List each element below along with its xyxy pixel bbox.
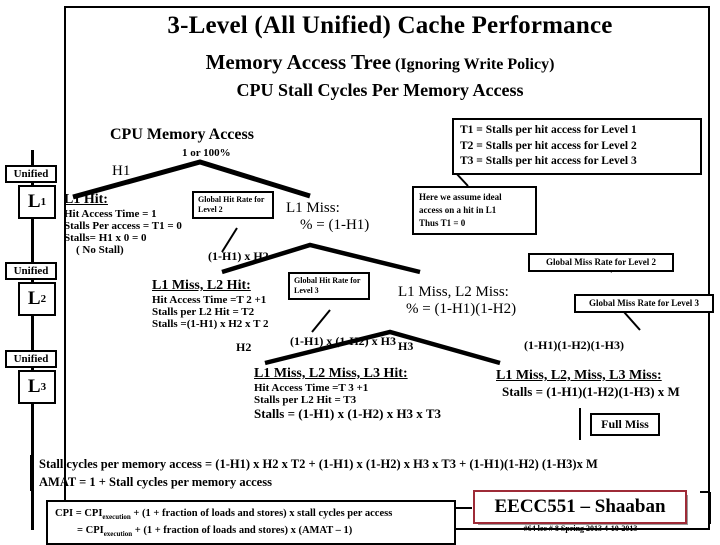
- node-l3-hit: L1 Miss, L2 Miss, L3 Hit: Hit Access Tim…: [254, 366, 441, 422]
- cache-level-l3: L3: [18, 370, 56, 404]
- callout-global-miss-rate-l2: Global Miss Rate for Level 2: [528, 253, 674, 273]
- footer-meta: #64 lec # 8 Spring 2013 4-10-2013: [523, 524, 638, 533]
- node-l3-hit-stalls: Stalls = (1-H1) x (1-H2) x H3 x T3: [254, 406, 441, 421]
- cache-level-l1: L1: [18, 185, 56, 219]
- branch-label-h2: H2: [236, 340, 252, 354]
- node-l1-miss: L1 Miss: % = (1-H1): [286, 200, 369, 234]
- cache-level-l2: L2: [18, 282, 56, 316]
- node-l1-hit-line-1: Stalls Per access = T1 = 0: [64, 220, 182, 232]
- ideal-note-line-1: access on a hit in L1: [419, 205, 497, 216]
- callout-global-miss-rate-l3: Global Miss Rate for Level 3: [574, 294, 714, 314]
- fraction-l3-miss: (1-H1)(1-H2)(1-H3): [524, 338, 624, 352]
- slide-title: 3-Level (All Unified) Cache Performance: [167, 12, 613, 39]
- slide-root: 3-Level (All Unified) Cache Performance …: [0, 0, 720, 545]
- unified-label-l3: Unified: [5, 350, 57, 368]
- cpi-line-1-post: + (1 + fraction of loads and stores) x s…: [130, 508, 393, 519]
- summary-block: Stall cycles per memory access = (1-H1) …: [30, 455, 712, 492]
- node-l1-hit-title: L1 Hit:: [64, 192, 108, 207]
- node-l3-miss-stalls: Stalls = (1-H1)(1-H2)(1-H3) x M: [502, 384, 680, 399]
- ideal-note-line-2: Thus T1 = 0: [419, 218, 466, 229]
- node-l3-hit-line-1: Stalls per L2 Hit = T3: [254, 394, 357, 406]
- cpi-line-2-sub: execution: [103, 529, 133, 538]
- node-l1miss-l2hit-line-2: Stalls =(1-H1) x H2 x T 2: [152, 318, 269, 330]
- fraction-l2-miss: (1-H1) x (1-H2) x H3: [290, 334, 396, 348]
- unified-label-l2: Unified: [5, 262, 57, 280]
- node-l1-hit-line-3: ( No Stall): [76, 244, 124, 256]
- callout-global-hit-rate-l2-text: Global Hit Rate for Level 2: [198, 195, 265, 214]
- cache-level-l1-sub: 1: [40, 196, 47, 208]
- node-l3-miss-title: L1 Miss, L2, Miss, L3 Miss:: [496, 368, 662, 383]
- cache-level-l2-letter: L: [27, 288, 41, 309]
- legend-t3: T3 = Stalls per hit access for Level 3: [460, 155, 637, 168]
- cache-level-l3-letter: L: [27, 376, 41, 397]
- slide-subtitle: Memory Access Tree (Ignoring Write Polic…: [70, 50, 690, 75]
- callout-ideal-access-note: Here we assume ideal access on a hit in …: [412, 186, 537, 236]
- cpi-line-2-post: + (1 + fraction of loads and stores) x (…: [132, 524, 353, 536]
- cpi-line-2: = CPIexecution + (1 + fraction of loads …: [55, 523, 447, 540]
- cache-level-l2-sub: 2: [40, 293, 47, 305]
- legend-t2: T2 = Stalls per hit access for Level 2: [460, 139, 637, 152]
- callout-global-hit-rate-l2: Global Hit Rate for Level 2: [192, 191, 274, 219]
- node-l1-miss-pct: % = (1-H1): [300, 217, 370, 233]
- subtitle-main: Memory Access Tree: [205, 50, 392, 74]
- node-l1-hit-line-0: Hit Access Time = 1: [64, 208, 157, 220]
- node-l3-hit-title: L1 Miss, L2 Miss, L3 Hit:: [254, 366, 408, 381]
- cpi-line-1: CPI = CPIexecution + (1 + fraction of lo…: [55, 506, 447, 523]
- cpi-formula-box: CPI = CPIexecution + (1 + fraction of lo…: [46, 500, 456, 545]
- node-l1miss-l2miss: L1 Miss, L2 Miss: % = (1-H1)(1-H2): [398, 284, 516, 318]
- summary-amat: AMAT = 1 + Stall cycles per memory acces…: [39, 475, 272, 490]
- footer-course-label: EECC551 – Shaaban: [494, 496, 666, 517]
- branch-label-h3: H3: [398, 339, 414, 353]
- cache-level-l1-letter: L: [27, 191, 41, 212]
- node-l1miss-l2hit-line-1: Stalls per L2 Hit = T2: [152, 306, 255, 318]
- node-l3-hit-line-0: Hit Access Time =T 3 +1: [254, 382, 369, 394]
- callout-global-miss-rate-l2-text: Global Miss Rate for Level 2: [545, 257, 657, 267]
- unified-label-l1: Unified: [5, 165, 57, 183]
- node-l1miss-l2hit-title: L1 Miss, L2 Hit:: [152, 278, 251, 293]
- cpi-line-1-sub: execution: [102, 513, 131, 522]
- footer-course-box: EECC551 – Shaaban: [473, 490, 687, 524]
- cpi-line-1-pre: CPI = CPI: [55, 508, 103, 519]
- node-l1miss-l2hit: L1 Miss, L2 Hit: Hit Access Time =T 2 +1…: [152, 278, 268, 330]
- node-l1miss-l2miss-pct: % = (1-H1)(1-H2): [406, 301, 517, 317]
- node-l1-miss-title: L1 Miss:: [286, 200, 340, 216]
- fraction-l2-hit: (1-H1) x H2: [208, 249, 269, 263]
- node-l1-hit: L1 Hit: Hit Access Time = 1 Stalls Per a…: [64, 192, 182, 256]
- tree-root-rate: 1 or 100%: [182, 147, 231, 159]
- subtitle-paren: (Ignoring Write Policy): [395, 56, 555, 73]
- slide-subtitle-line3: CPU Stall Cycles Per Memory Access: [236, 80, 524, 100]
- node-l1-hit-line-2: Stalls= H1 x 0 = 0: [64, 232, 147, 244]
- cpi-line-2-pre: = CPI: [77, 524, 104, 536]
- node-l1miss-l2hit-line-0: Hit Access Time =T 2 +1: [152, 294, 267, 306]
- callout-global-hit-rate-l3-text: Global Hit Rate for Level 3: [294, 276, 361, 295]
- summary-stall-cycles: Stall cycles per memory access = (1-H1) …: [39, 457, 598, 471]
- node-l1miss-l2miss-title: L1 Miss, L2 Miss:: [398, 284, 509, 300]
- tree-root-label: CPU Memory Access: [110, 126, 254, 143]
- legend-t1: T1 = Stalls per hit access for Level 1: [460, 124, 637, 136]
- node-l3-miss: L1 Miss, L2, Miss, L3 Miss: Stalls = (1-…: [496, 368, 680, 400]
- cache-level-l3-sub: 3: [40, 381, 47, 393]
- ideal-note-line-0: Here we assume ideal: [419, 192, 502, 202]
- branch-label-h1: H1: [112, 163, 131, 179]
- callout-global-hit-rate-l3: Global Hit Rate for Level 3: [288, 272, 370, 300]
- callout-full-miss: Full Miss: [590, 413, 660, 436]
- callout-global-miss-rate-l3-text: Global Miss Rate for Level 3: [588, 298, 700, 308]
- stalls-legend-box: T1 = Stalls per hit access for Level 1 T…: [452, 118, 702, 175]
